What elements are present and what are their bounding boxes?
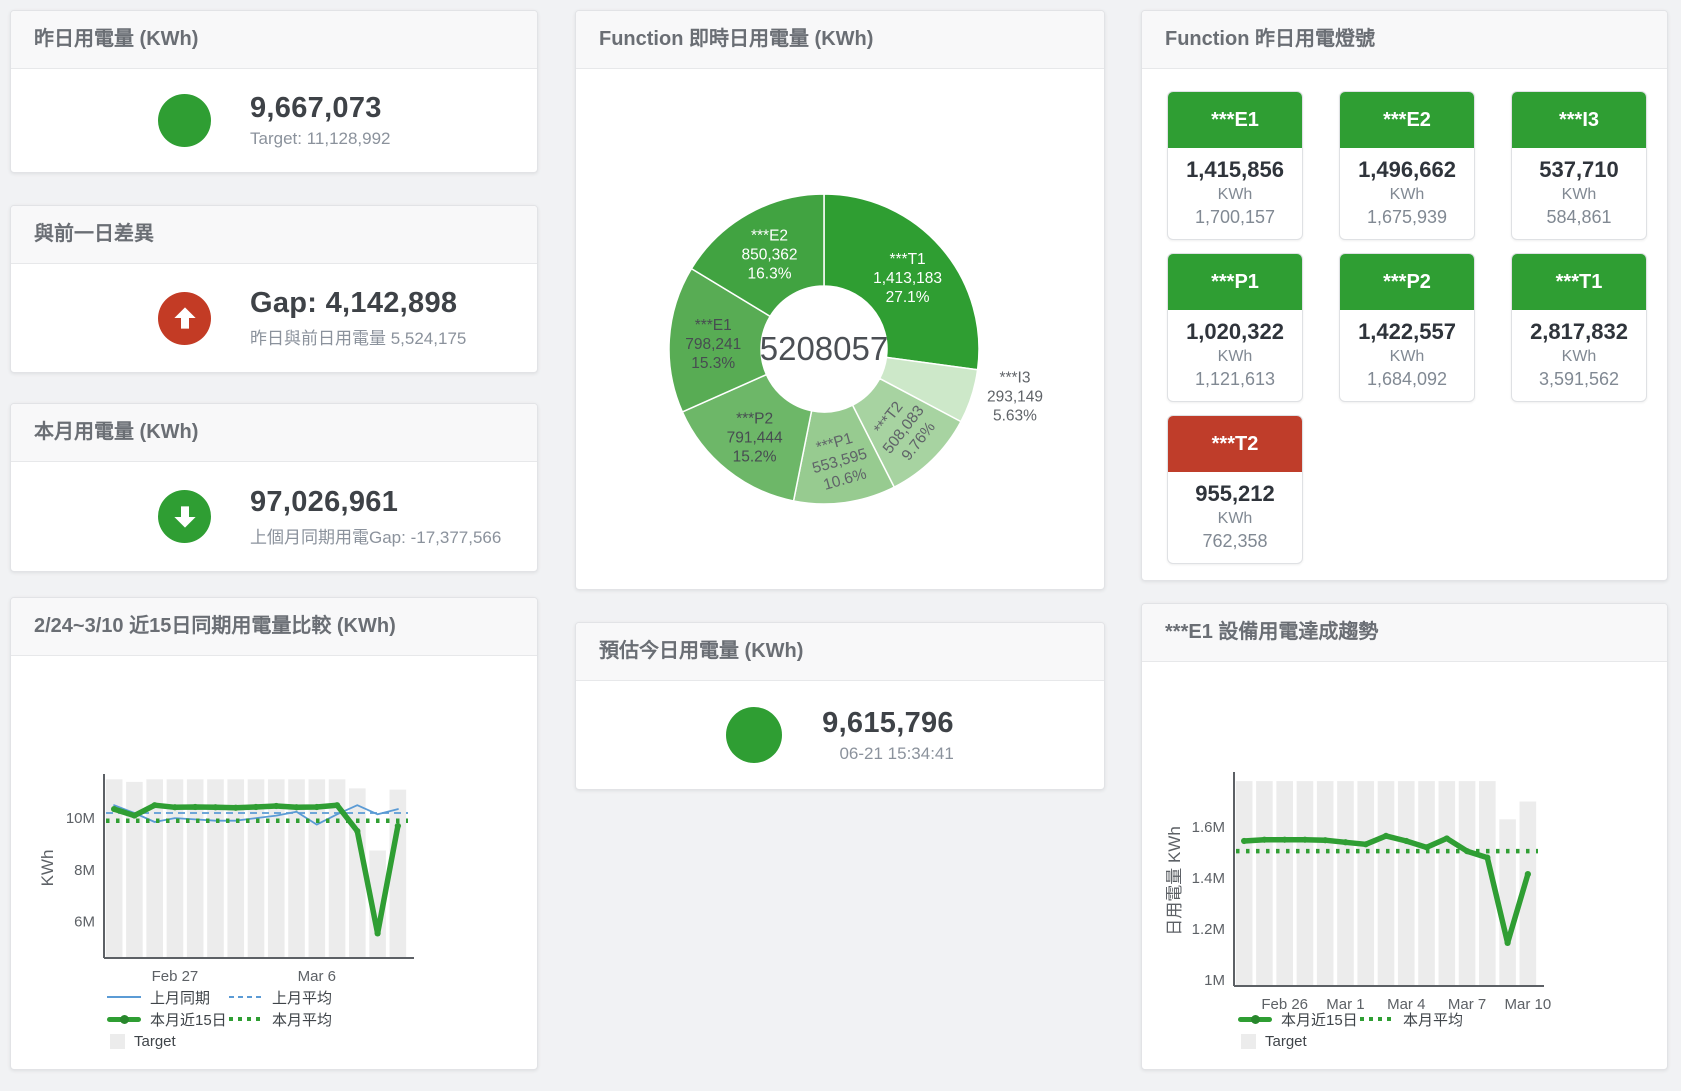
green-line-swatch <box>107 1017 141 1022</box>
blue-line-swatch <box>107 996 141 998</box>
green-dot-swatch <box>229 1017 263 1021</box>
tile-value: 1,415,856 <box>1168 157 1302 183</box>
svg-text:***I3293,1495.63%: ***I3293,1495.63% <box>987 370 1043 425</box>
tile-target: 1,121,613 <box>1168 369 1302 390</box>
tile-target: 3,591,562 <box>1512 369 1646 390</box>
legend-this-month-15d[interactable]: 本月近15日 <box>107 1009 229 1030</box>
card-month-usage: 本月用電量 (KWh) 97,026,961 上個月同期用電Gap: -17,3… <box>10 403 538 572</box>
month-usage-value: 97,026,961 <box>250 486 501 519</box>
svg-text:1.4M: 1.4M <box>1192 870 1225 887</box>
legend-target[interactable]: Target <box>107 1033 229 1050</box>
card-day-gap: 與前一日差異 Gap: 4,142,898 昨日與前日用電量 5,524,175 <box>10 205 538 373</box>
svg-text:8M: 8M <box>74 862 95 879</box>
yesterday-usage-value: 9,667,073 <box>250 92 391 125</box>
svg-text:6M: 6M <box>74 914 95 931</box>
legend-this-month-15d[interactable]: 本月近15日 <box>1238 1009 1360 1030</box>
green-dot-swatch <box>1360 1017 1394 1021</box>
tile-target: 584,861 <box>1512 207 1646 228</box>
card-15day-compare-chart: 2/24~3/10 近15日同期用電量比較 (KWh) 6M8M10MFeb 2… <box>10 597 538 1070</box>
svg-text:Mar 6: Mar 6 <box>298 968 336 985</box>
tile-i3[interactable]: ***I3 537,710 KWh 584,861 <box>1511 91 1647 240</box>
tile-label: ***T2 <box>1168 416 1302 472</box>
target-swatch <box>1241 1034 1256 1049</box>
legend-last-month-same[interactable]: 上月同期 <box>107 987 229 1008</box>
blue-dash-swatch <box>229 996 263 998</box>
svg-text:10M: 10M <box>66 810 95 827</box>
tile-label: ***P2 <box>1340 254 1474 310</box>
card-title: 本月用電量 (KWh) <box>11 404 537 462</box>
tile-t1[interactable]: ***T1 2,817,832 KWh 3,591,562 <box>1511 253 1647 402</box>
tile-label: ***E2 <box>1340 92 1474 148</box>
card-title: Function 昨日用電燈號 <box>1142 11 1667 69</box>
tile-p2[interactable]: ***P2 1,422,557 KWh 1,684,092 <box>1339 253 1475 402</box>
tile-unit: KWh <box>1168 348 1302 366</box>
tile-unit: KWh <box>1168 186 1302 204</box>
day-gap-sub: 昨日與前日用電量 5,524,175 <box>250 324 466 349</box>
svg-text:1M: 1M <box>1204 972 1225 989</box>
tile-label: ***E1 <box>1168 92 1302 148</box>
tile-value: 1,496,662 <box>1340 157 1474 183</box>
tile-value: 537,710 <box>1512 157 1646 183</box>
tile-unit: KWh <box>1512 186 1646 204</box>
tile-target: 1,684,092 <box>1340 369 1474 390</box>
yesterday-usage-target: Target: 11,128,992 <box>250 129 391 149</box>
legend-target[interactable]: Target <box>1238 1033 1360 1050</box>
card-today-estimate: 預估今日用電量 (KWh) 9,615,796 06-21 15:34:41 <box>575 622 1105 790</box>
svg-text:5208057: 5208057 <box>760 330 888 367</box>
trend-legend: 本月近15日 本月平均 Target <box>1238 1008 1482 1052</box>
svg-text:Mar 10: Mar 10 <box>1505 996 1552 1013</box>
arrow-up-icon <box>158 292 211 345</box>
lights-tile-grid: ***E1 1,415,856 KWh 1,700,157 ***E2 1,49… <box>1142 69 1667 564</box>
tile-unit: KWh <box>1168 510 1302 528</box>
legend-this-month-avg[interactable]: 本月平均 <box>229 1009 351 1030</box>
today-estimate-value: 9,615,796 <box>822 707 954 740</box>
legend-this-month-avg[interactable]: 本月平均 <box>1360 1009 1482 1030</box>
today-estimate-time: 06-21 15:34:41 <box>822 744 954 764</box>
svg-text:1.6M: 1.6M <box>1192 819 1225 836</box>
tile-label: ***T1 <box>1512 254 1646 310</box>
tile-value: 1,422,557 <box>1340 319 1474 345</box>
tile-label: ***P1 <box>1168 254 1302 310</box>
tile-unit: KWh <box>1340 348 1474 366</box>
target-swatch <box>110 1034 125 1049</box>
tile-t2[interactable]: ***T2 955,212 KWh 762,358 <box>1167 415 1303 564</box>
svg-text:KWh: KWh <box>38 850 57 887</box>
legend-last-month-avg[interactable]: 上月平均 <box>229 987 351 1008</box>
tile-value: 955,212 <box>1168 481 1302 507</box>
card-yesterday-usage: 昨日用電量 (KWh) 9,667,073 Target: 11,128,992 <box>10 10 538 173</box>
tile-unit: KWh <box>1512 348 1646 366</box>
svg-text:1.2M: 1.2M <box>1192 921 1225 938</box>
arrow-down-icon <box>158 490 211 543</box>
svg-text:日用電量 KWh: 日用電量 KWh <box>1165 826 1184 936</box>
card-realtime-donut: Function 即時日用電量 (KWh) ***T11,413,18327.1… <box>575 10 1105 590</box>
tile-value: 1,020,322 <box>1168 319 1302 345</box>
month-usage-gap: 上個月同期用電Gap: -17,377,566 <box>250 523 501 548</box>
status-circle-green <box>726 707 782 763</box>
tile-target: 1,700,157 <box>1168 207 1302 228</box>
e1-trend-line-chart[interactable]: 1M1.2M1.4M1.6MFeb 26Mar 1Mar 4Mar 7Mar 1… <box>1142 604 1668 1070</box>
realtime-donut-chart[interactable]: ***T11,413,18327.1%***I3293,1495.63%***T… <box>576 11 1105 590</box>
status-circle-green <box>158 94 211 147</box>
tile-value: 2,817,832 <box>1512 319 1646 345</box>
green-line-swatch <box>1238 1017 1272 1022</box>
tile-unit: KWh <box>1340 186 1474 204</box>
tile-target: 762,358 <box>1168 531 1302 552</box>
tile-target: 1,675,939 <box>1340 207 1474 228</box>
compare-legend: 上月同期 上月平均 本月近15日 本月平均 Target <box>107 986 351 1052</box>
day-gap-value: Gap: 4,142,898 <box>250 287 466 320</box>
tile-e2[interactable]: ***E2 1,496,662 KWh 1,675,939 <box>1339 91 1475 240</box>
card-title: 預估今日用電量 (KWh) <box>576 623 1104 681</box>
tile-label: ***I3 <box>1512 92 1646 148</box>
tile-p1[interactable]: ***P1 1,020,322 KWh 1,121,613 <box>1167 253 1303 402</box>
card-yesterday-lights: Function 昨日用電燈號 ***E1 1,415,856 KWh 1,70… <box>1141 10 1668 581</box>
tile-e1[interactable]: ***E1 1,415,856 KWh 1,700,157 <box>1167 91 1303 240</box>
svg-text:Feb 27: Feb 27 <box>152 968 199 985</box>
card-e1-trend-chart: ***E1 設備用電達成趨勢 1M1.2M1.4M1.6MFeb 26Mar 1… <box>1141 603 1668 1070</box>
card-title: 與前一日差異 <box>11 206 537 264</box>
card-title: 昨日用電量 (KWh) <box>11 11 537 69</box>
